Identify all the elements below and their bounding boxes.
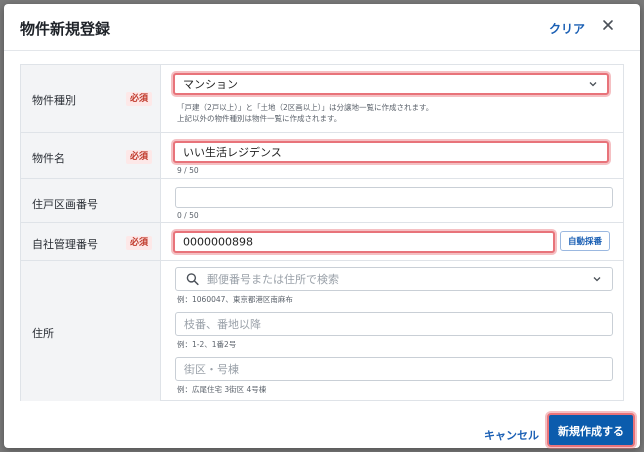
label-cell: 物件名 必須 (21, 133, 161, 178)
label-cell: 住所 (21, 261, 161, 401)
label-cell: 自社管理番号 必須 (21, 223, 161, 260)
address-lot-example: 例：1-2、1番2号 (177, 340, 237, 349)
cancel-button[interactable]: キャンセル (484, 427, 539, 443)
property-name-label: 物件名 (32, 152, 65, 165)
required-badge: 必須 (126, 236, 152, 250)
auto-number-button[interactable]: 自動採番 (560, 231, 610, 251)
property-type-label: 物件種別 (32, 94, 76, 107)
modal-header: 物件新規登録 クリア (4, 4, 640, 51)
company-number-label: 自社管理番号 (32, 238, 98, 251)
chevron-down-icon[interactable] (592, 274, 602, 284)
required-badge: 必須 (126, 92, 152, 106)
clear-button[interactable]: クリア (549, 20, 585, 37)
property-type-hint-1: 「戸建（2戸以上）」と「土地（2区画以上）」は分譲地一覧に作成されます。 (177, 103, 434, 112)
row-company-number: 自社管理番号 必須 0000000898 (21, 223, 623, 261)
property-type-select[interactable]: マンション (173, 73, 609, 95)
address-label: 住所 (32, 327, 54, 340)
label-cell: 物件種別 必須 (21, 65, 161, 132)
company-number-value: 0000000898 (183, 235, 253, 249)
company-number-input[interactable]: 0000000898 (173, 231, 555, 253)
address-search-example: 例：1060047、東京都港区南麻布 (177, 295, 293, 304)
unit-number-label: 住戸区画番号 (32, 198, 98, 211)
row-unit-number: 住戸区画番号 0 / 50 (21, 179, 623, 223)
label-cell: 住戸区画番号 (21, 179, 161, 222)
row-property-name: 物件名 必須 いい生活レジデンス 9 / 50 (21, 133, 623, 179)
property-type-hint-2: 上記以外の物件種別は物件一覧に作成されます。 (177, 114, 342, 123)
address-lot-input[interactable]: 枝番、番地以降 (175, 312, 613, 336)
unit-number-count: 0 / 50 (177, 211, 199, 220)
chevron-down-icon (589, 82, 597, 87)
unit-number-input[interactable] (175, 187, 613, 208)
modal-title: 物件新規登録 (20, 20, 111, 38)
property-name-input[interactable]: いい生活レジデンス (173, 141, 609, 163)
address-block-input[interactable]: 街区・号棟 (175, 357, 613, 381)
required-badge: 必須 (126, 150, 152, 164)
row-property-type: 物件種別 必須 マンション 「戸建（2戸以上）」と「土地（2区画以上）」は分譲地… (21, 65, 623, 133)
address-search-input[interactable]: 郵便番号または住所で検索 (175, 267, 613, 291)
property-name-value: いい生活レジデンス (183, 146, 282, 159)
search-icon (186, 273, 199, 286)
create-button[interactable]: 新規作成する (547, 413, 635, 447)
address-lot-placeholder: 枝番、番地以降 (184, 318, 261, 331)
row-address: 住所 郵便番号または住所で検索 例：1060047、東京都港区南麻布 枝番、番地… (21, 261, 623, 401)
address-block-placeholder: 街区・号棟 (184, 363, 239, 376)
close-icon[interactable] (600, 17, 616, 33)
property-name-count: 9 / 50 (177, 166, 199, 175)
property-form: 物件種別 必須 マンション 「戸建（2戸以上）」と「土地（2区画以上）」は分譲地… (20, 64, 624, 401)
property-registration-modal: 物件新規登録 クリア 物件種別 必須 マンション 「戸建（2戸以上）」と「土地（… (4, 4, 640, 448)
address-search-placeholder: 郵便番号または住所で検索 (207, 273, 339, 286)
property-type-value: マンション (183, 78, 238, 91)
address-block-example: 例：広尾住宅 3街区 4号棟 (177, 385, 267, 394)
